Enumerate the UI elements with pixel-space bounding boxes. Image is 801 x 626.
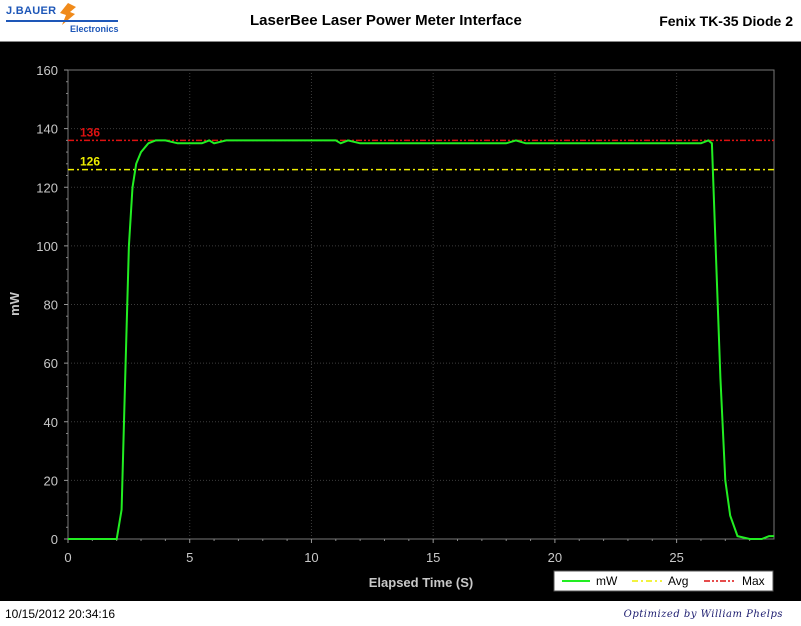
logo-rule bbox=[6, 20, 118, 22]
legend: mW Avg Max bbox=[553, 570, 774, 592]
legend-label-max: Max bbox=[742, 574, 765, 588]
timestamp: 10/15/2012 20:34:16 bbox=[5, 607, 116, 621]
app-title: LaserBee Laser Power Meter Interface bbox=[250, 12, 522, 29]
y-tick-label: 80 bbox=[44, 298, 58, 313]
status-bar: 10/15/2012 20:34:16 Optimized by William… bbox=[0, 601, 801, 626]
y-tick-label: 140 bbox=[36, 122, 58, 137]
company-logo: J.BAUER Electronics bbox=[4, 3, 124, 37]
x-tick-label: 15 bbox=[426, 550, 440, 565]
y-tick-labels: 0 20 40 60 80 100 120 140 160 bbox=[36, 63, 58, 547]
x-tick-label: 20 bbox=[548, 550, 562, 565]
max-value-label: 136 bbox=[80, 125, 100, 139]
device-name: Fenix TK-35 Diode 2 bbox=[659, 13, 793, 29]
y-axis-title: mW bbox=[7, 291, 22, 316]
legend-label-mw: mW bbox=[596, 574, 618, 588]
y-tick-label: 100 bbox=[36, 239, 58, 254]
x-tick-label: 0 bbox=[64, 550, 71, 565]
legend-label-avg: Avg bbox=[668, 574, 688, 588]
logo-subtitle: Electronics bbox=[70, 24, 119, 34]
x-tick-label: 25 bbox=[669, 550, 683, 565]
y-tick-label: 160 bbox=[36, 63, 58, 78]
title-bar: J.BAUER Electronics LaserBee Laser Power… bbox=[0, 0, 801, 42]
x-tick-label: 5 bbox=[186, 550, 193, 565]
y-tick-label: 120 bbox=[36, 180, 58, 195]
y-tick-label: 20 bbox=[44, 473, 58, 488]
credit-signature: Optimized by William Phelps bbox=[623, 609, 783, 620]
x-tick-label: 10 bbox=[304, 550, 318, 565]
power-chart: 020406080100120140160 0 5 10 15 20 25 136126 … bbox=[7, 63, 775, 592]
x-axis-title: Elapsed Time (S) bbox=[369, 575, 474, 590]
logo-name: J.BAUER bbox=[6, 5, 57, 17]
y-tick-label: 60 bbox=[44, 356, 58, 371]
x-tick-labels: 0 5 10 15 20 25 bbox=[64, 550, 683, 565]
avg-value-label: 126 bbox=[80, 155, 100, 169]
y-tick-label: 0 bbox=[51, 532, 58, 547]
y-tick-label: 40 bbox=[44, 415, 58, 430]
